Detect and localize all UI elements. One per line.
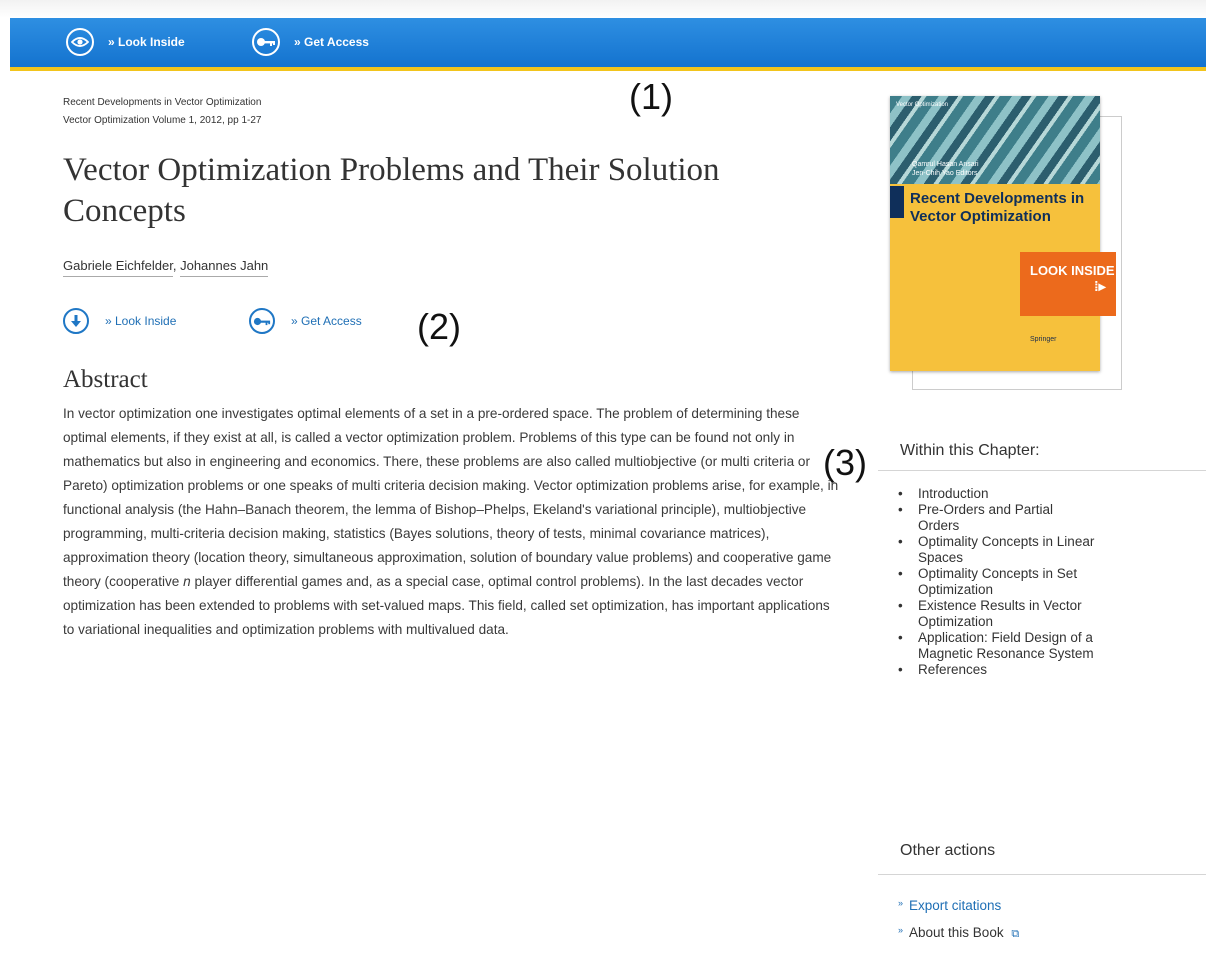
look-inside-button[interactable]: » Look Inside	[63, 308, 176, 334]
annotation-2: (2)	[417, 306, 461, 347]
get-access-label: » Get Access	[291, 314, 362, 328]
cover-title: Recent Developments in Vector Optimizati…	[910, 190, 1085, 225]
abstract-text-part: In vector optimization one investigates …	[63, 406, 839, 589]
chevron-icon: »	[898, 925, 904, 935]
about-book-label: About this Book	[909, 925, 1004, 940]
toolbar-get-access-button[interactable]: » Get Access	[252, 28, 369, 56]
badge-arrow-icon: ⁞▸	[1094, 278, 1106, 294]
toolbar-look-inside-label: » Look Inside	[108, 35, 185, 49]
toc-item[interactable]: Application: Field Design of a Magnetic …	[898, 630, 1128, 662]
eye-icon	[66, 28, 94, 56]
cover-editor: Qamrul Hasan Ansari	[912, 161, 979, 168]
key-icon	[249, 308, 275, 334]
toc-item[interactable]: References	[898, 662, 1198, 678]
other-actions-heading: Other actions	[900, 842, 996, 859]
top-strip	[0, 0, 1206, 18]
within-chapter-heading: Within this Chapter:	[900, 442, 1040, 459]
cover-editors: Qamrul Hasan Ansari Jen-Chih Yao Editors	[912, 160, 979, 178]
look-inside-label: » Look Inside	[105, 314, 177, 328]
divider	[878, 470, 1206, 471]
abstract-heading: Abstract	[63, 366, 148, 393]
cover-accent-bar	[890, 186, 904, 218]
chevron-icon: »	[898, 898, 904, 908]
divider	[878, 874, 1206, 875]
author-link[interactable]: Johannes Jahn	[180, 258, 269, 277]
toc-item[interactable]: Optimality Concepts in Linear Spaces	[898, 534, 1118, 566]
abstract-italic-n: n	[183, 574, 191, 589]
toc-item[interactable]: Existence Results in Vector Optimization	[898, 598, 1158, 630]
key-icon	[252, 28, 280, 56]
annotation-1: (1)	[629, 76, 673, 117]
chapter-title: Vector Optimization Problems and Their S…	[63, 152, 720, 229]
export-citations-link[interactable]: » Export citations	[898, 898, 1001, 913]
toolbar-look-inside-button[interactable]: » Look Inside	[66, 28, 185, 56]
external-link-icon: ⧉	[1011, 928, 1020, 940]
toc-item[interactable]: Optimality Concepts in Set Optimization	[898, 566, 1148, 598]
series-info: Vector Optimization Volume 1, 2012, pp 1…	[63, 115, 262, 126]
cover-series: Vector Optimization	[896, 102, 949, 108]
toc-item[interactable]: Introduction	[898, 486, 1198, 502]
book-cover[interactable]: Vector Optimization Qamrul Hasan Ansari …	[890, 96, 1100, 371]
download-arrow-icon	[63, 308, 89, 334]
abstract-text: In vector optimization one investigates …	[63, 402, 843, 642]
publisher-logo: Springer	[1030, 336, 1057, 343]
export-citations-label: Export citations	[909, 898, 1002, 913]
chapter-toc: Introduction Pre-Orders and Partial Orde…	[898, 486, 1198, 678]
author-link[interactable]: Gabriele Eichfelder	[63, 258, 173, 277]
action-toolbar: » Look Inside » Get Access	[10, 18, 1206, 71]
get-access-button[interactable]: » Get Access	[249, 308, 362, 334]
author-list: Gabriele Eichfelder, Johannes Jahn	[63, 258, 269, 277]
toc-item[interactable]: Pre-Orders and Partial Orders	[898, 502, 1078, 534]
book-title-link[interactable]: Recent Developments in Vector Optimizati…	[63, 97, 261, 108]
about-book-link[interactable]: » About this Book ⧉	[898, 925, 1019, 941]
cover-editor: Jen-Chih Yao Editors	[912, 170, 978, 177]
toolbar-get-access-label: » Get Access	[294, 35, 369, 49]
author-separator: ,	[172, 258, 177, 273]
look-inside-badge-label: LOOK INSIDE	[1030, 263, 1115, 278]
look-inside-badge[interactable]: LOOK INSIDE ⁞▸	[1020, 252, 1116, 316]
